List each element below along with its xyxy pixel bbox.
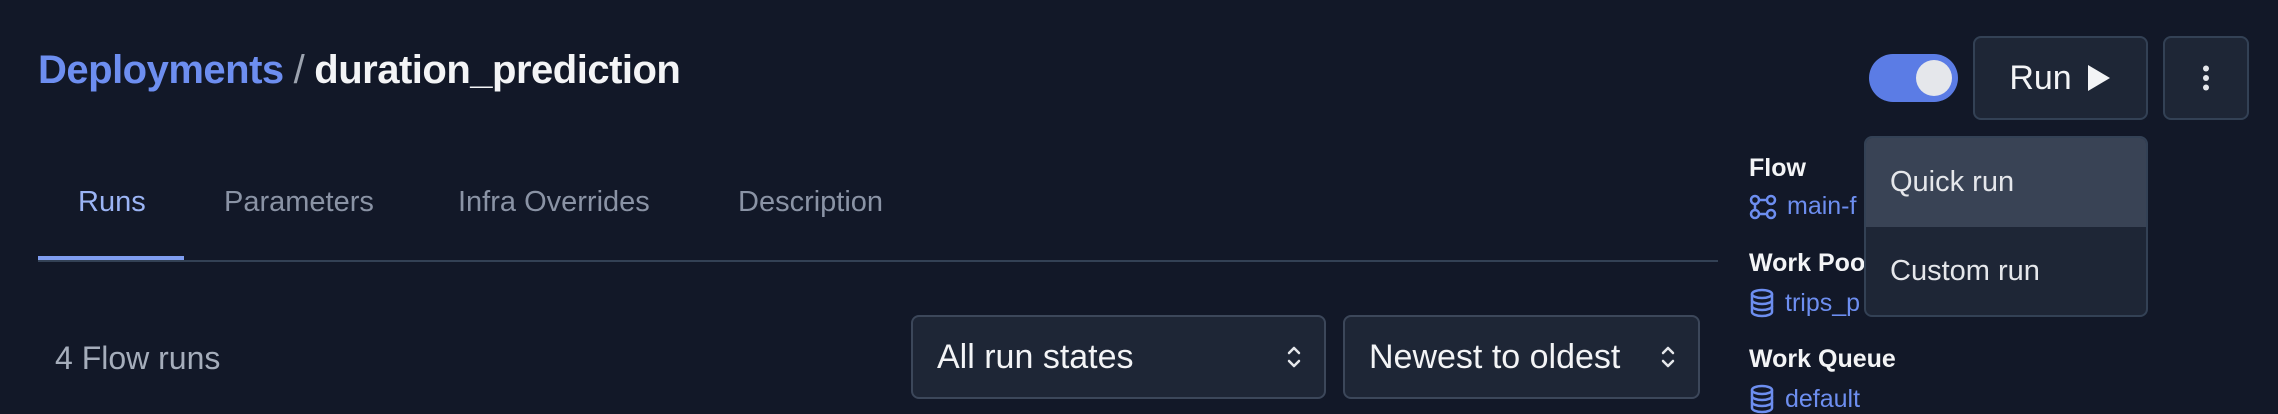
work-pool-link[interactable]: trips_p <box>1749 288 1860 318</box>
flow-link-text: main-f <box>1787 192 1857 220</box>
chevron-up-down-icon <box>1661 346 1675 368</box>
breadcrumb-separator: / <box>293 48 305 92</box>
kebab-icon <box>2203 65 2209 91</box>
flow-label: Flow <box>1749 154 1806 182</box>
schedule-toggle[interactable] <box>1869 54 1958 102</box>
database-icon <box>1750 288 1774 318</box>
run-state-value: All run states <box>937 337 1134 376</box>
tab-description[interactable]: Description <box>738 170 883 260</box>
run-button-label: Run <box>2009 58 2072 97</box>
work-pool-link-text: trips_p <box>1785 288 1861 317</box>
toggle-knob <box>1916 60 1952 96</box>
work-queue-label: Work Queue <box>1749 345 1896 373</box>
chevron-up-down-icon <box>1287 346 1301 368</box>
menu-item-custom-run[interactable]: Custom run <box>1866 227 2146 315</box>
sort-order-value: Newest to oldest <box>1369 337 1621 376</box>
page-title: duration_prediction <box>314 48 681 92</box>
breadcrumb: Deployments / duration_prediction <box>38 48 681 93</box>
play-icon <box>2087 65 2110 91</box>
run-dropdown-menu: Quick run Custom run <box>1864 136 2148 317</box>
tab-infra-overrides[interactable]: Infra Overrides <box>458 170 650 260</box>
run-state-select[interactable]: All run states <box>911 315 1326 399</box>
tab-runs[interactable]: Runs <box>38 170 184 260</box>
breadcrumb-deployments-link[interactable]: Deployments <box>38 48 284 92</box>
sort-order-select[interactable]: Newest to oldest <box>1343 315 1700 399</box>
run-button[interactable]: Run <box>1973 36 2148 120</box>
more-options-button[interactable] <box>2163 36 2249 120</box>
flow-runs-count: 4 Flow runs <box>55 340 221 376</box>
flow-link[interactable]: main-f <box>1749 192 1856 221</box>
work-pool-label: Work Pool <box>1749 249 1873 277</box>
tab-bar: Runs Parameters Infra Overrides Descript… <box>38 170 1718 262</box>
menu-item-quick-run[interactable]: Quick run <box>1866 138 2146 227</box>
work-queue-link-text: default <box>1785 384 1861 413</box>
tab-parameters[interactable]: Parameters <box>224 170 374 260</box>
flow-icon <box>1749 194 1777 219</box>
